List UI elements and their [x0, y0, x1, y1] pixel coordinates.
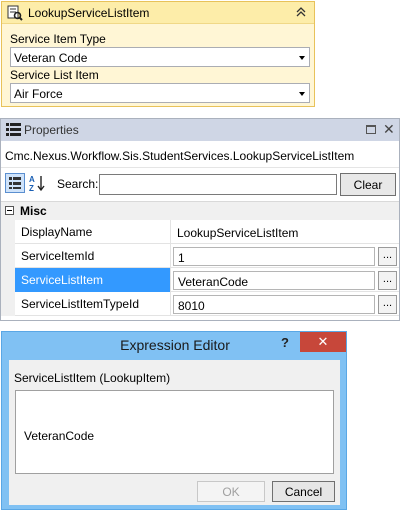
lookup-activity-card[interactable]: LookupServiceListItem Service Item Type …	[1, 1, 315, 107]
ellipsis-button[interactable]: ...	[378, 247, 397, 266]
property-row-displayname[interactable]: DisplayName LookupServiceListItem	[1, 220, 399, 244]
double-chevron-up-icon[interactable]	[294, 5, 308, 19]
dialog-title: Expression Editor	[120, 337, 230, 353]
property-name: DisplayName	[15, 220, 171, 244]
dialog-body: ServiceListItem (LookupItem) VeteranCode…	[9, 360, 340, 505]
ellipsis-button[interactable]: ...	[378, 295, 397, 314]
restore-icon[interactable]	[366, 125, 376, 134]
properties-titlebar[interactable]: Properties ✕	[1, 119, 399, 141]
categorized-view-icon[interactable]	[5, 173, 25, 193]
category-label: Misc	[20, 204, 47, 218]
clear-button[interactable]: Clear	[340, 173, 396, 196]
expression-label: ServiceListItem (LookupItem)	[14, 371, 171, 385]
divider	[1, 167, 399, 168]
activity-header: LookupServiceListItem	[2, 2, 314, 24]
expression-textbox[interactable]: VeteranCode	[15, 390, 334, 474]
lookup-activity-icon	[7, 5, 23, 21]
expression-editor-dialog: Expression Editor ? ✕ ServiceListItem (L…	[1, 331, 347, 510]
collapse-icon[interactable]	[5, 206, 14, 215]
property-value-field[interactable]: VeteranCode	[173, 271, 375, 290]
ellipsis-button[interactable]: ...	[378, 271, 397, 290]
service-item-type-select[interactable]: Veteran Code	[10, 47, 310, 67]
property-row-servicelistitem[interactable]: ServiceListItem VeteranCode ...	[1, 268, 399, 292]
service-item-type-label: Service Item Type	[10, 32, 106, 46]
activity-title: LookupServiceListItem	[28, 6, 150, 20]
property-row-serviceitemid[interactable]: ServiceItemId 1 ...	[1, 244, 399, 268]
properties-grid-icon	[6, 123, 21, 136]
property-name: ServiceItemId	[15, 244, 171, 268]
service-list-item-label: Service List Item	[10, 68, 99, 82]
alphabetical-sort-icon[interactable]: A Z	[27, 173, 47, 193]
property-row-servicelistitemtypeid[interactable]: ServiceListItemTypeId 8010 ...	[1, 292, 399, 316]
property-value: LookupServiceListItem	[177, 226, 299, 240]
property-value-field[interactable]: 8010	[173, 295, 375, 314]
svg-text:Z: Z	[29, 184, 34, 193]
properties-panel: Properties ✕ Cmc.Nexus.Workflow.Sis.Stud…	[0, 118, 400, 321]
selected-type-name: Cmc.Nexus.Workflow.Sis.StudentServices.L…	[5, 149, 355, 163]
close-icon[interactable]: ✕	[300, 332, 346, 352]
property-name: ServiceListItem	[15, 268, 171, 292]
property-value-field[interactable]: 1	[173, 247, 375, 266]
property-name: ServiceListItemTypeId	[15, 292, 171, 316]
service-list-item-select[interactable]: Air Force	[10, 83, 310, 103]
service-list-item-value: Air Force	[14, 87, 63, 101]
service-item-type-value: Veteran Code	[14, 51, 88, 65]
expression-text: VeteranCode	[24, 429, 95, 443]
search-input[interactable]	[99, 174, 337, 195]
svg-text:A: A	[29, 175, 35, 184]
properties-title: Properties	[24, 123, 79, 137]
help-icon[interactable]: ?	[281, 335, 289, 350]
search-label: Search:	[57, 177, 99, 191]
close-icon[interactable]: ✕	[383, 121, 395, 138]
cancel-button[interactable]: Cancel	[272, 481, 335, 502]
dropdown-arrow-icon[interactable]	[299, 56, 305, 60]
dropdown-arrow-icon[interactable]	[299, 92, 305, 96]
ok-button[interactable]: OK	[197, 481, 265, 502]
category-row[interactable]: Misc	[1, 201, 399, 220]
